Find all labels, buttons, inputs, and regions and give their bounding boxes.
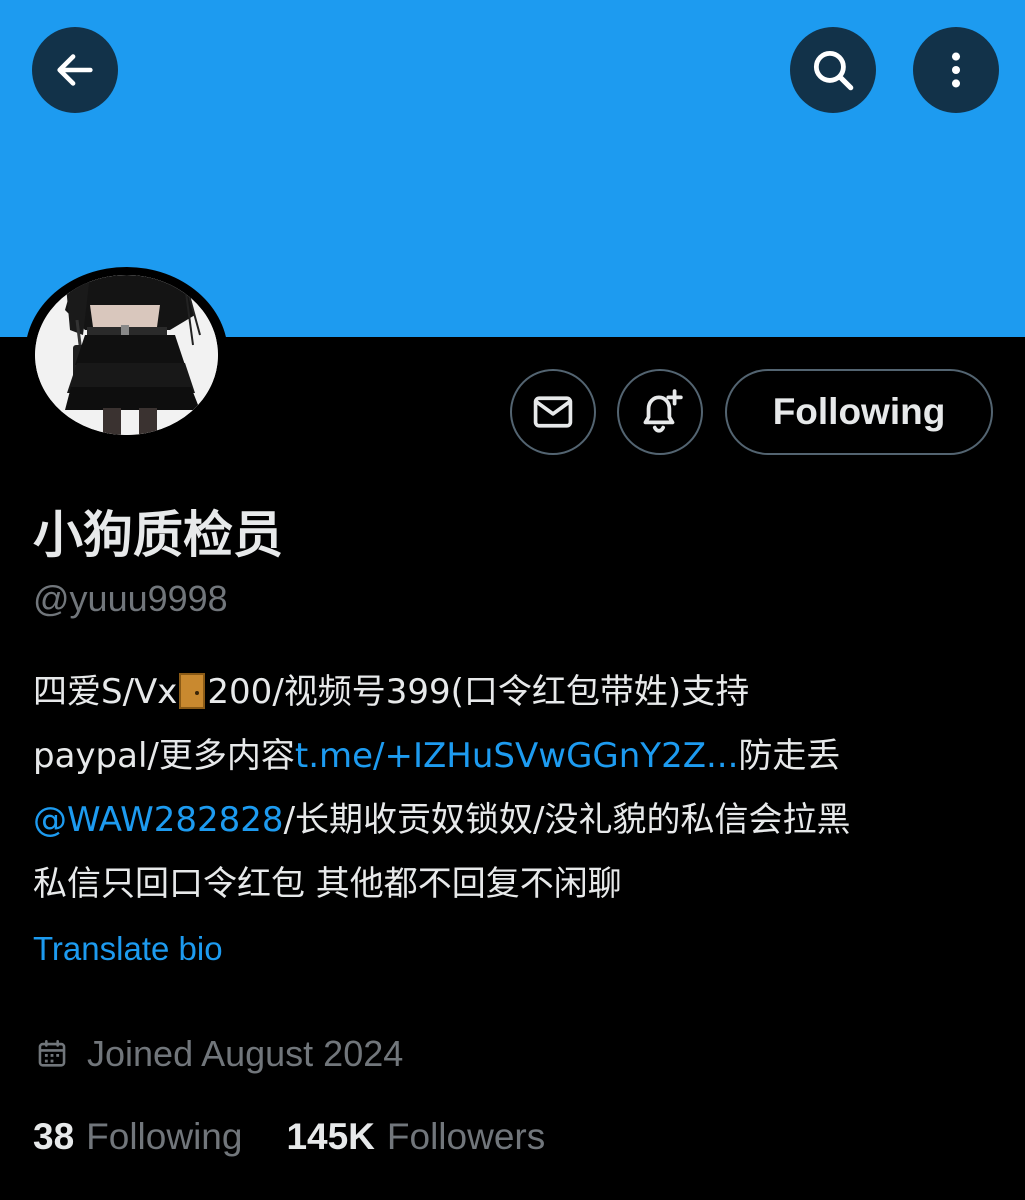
bell-plus-icon [643, 389, 683, 433]
following-count: 38 [33, 1116, 75, 1157]
joined-date: Joined August 2024 [35, 1033, 403, 1075]
bio: 四爱S/Vx 200/视频号399(口令红包带姓)支持 paypal/更多内容t.… [33, 660, 1003, 916]
more-vertical-icon [951, 52, 961, 88]
translate-bio-link[interactable]: Translate bio [33, 930, 223, 968]
bio-line-3: @WAW282828/长期收贡奴锁奴/没礼貌的私信会拉黑 [33, 800, 851, 840]
avatar[interactable] [25, 267, 228, 442]
calendar-icon [35, 1037, 69, 1071]
handle: @yuuu9998 [33, 578, 228, 619]
more-options-button[interactable] [913, 27, 999, 113]
followers-stat-label: Followers [386, 1116, 546, 1157]
message-button[interactable] [510, 369, 596, 455]
bio-telegram-link[interactable]: t.me/+IZHuSVwGGnY2Z... [295, 736, 739, 776]
bio-line-2: paypal/更多内容t.me/+IZHuSVwGGnY2Z...防走丢 [33, 736, 841, 776]
display-name: 小狗质检员 [33, 506, 283, 564]
following-stat[interactable]: 38 Following [33, 1116, 242, 1158]
avatar-image [35, 274, 218, 435]
search-icon [813, 50, 854, 91]
back-button[interactable] [32, 27, 118, 113]
bio-line-1: 四爱S/Vx 200/视频号399(口令红包带姓)支持 [33, 672, 750, 712]
notifications-button[interactable] [617, 369, 703, 455]
door-emoji-icon [179, 673, 206, 709]
following-stat-label: Following [86, 1116, 243, 1157]
joined-text: Joined August 2024 [87, 1033, 404, 1074]
followers-count: 145K [286, 1116, 375, 1157]
following-button[interactable]: Following [725, 369, 993, 455]
envelope-icon [533, 396, 573, 428]
bio-mention-link[interactable]: @WAW282828 [33, 800, 284, 840]
profile-page: Following 小狗质检员 @yuuu9998 四爱S/Vx 200/视频号3… [0, 0, 1025, 1200]
followers-stat[interactable]: 145K Followers [286, 1116, 545, 1158]
search-button[interactable] [790, 27, 876, 113]
bio-line-4: 私信只回口令红包 其他都不回复不闲聊 [33, 864, 622, 904]
follow-stats: 38 Following 145K Followers [33, 1116, 545, 1158]
arrow-left-icon [57, 54, 93, 86]
